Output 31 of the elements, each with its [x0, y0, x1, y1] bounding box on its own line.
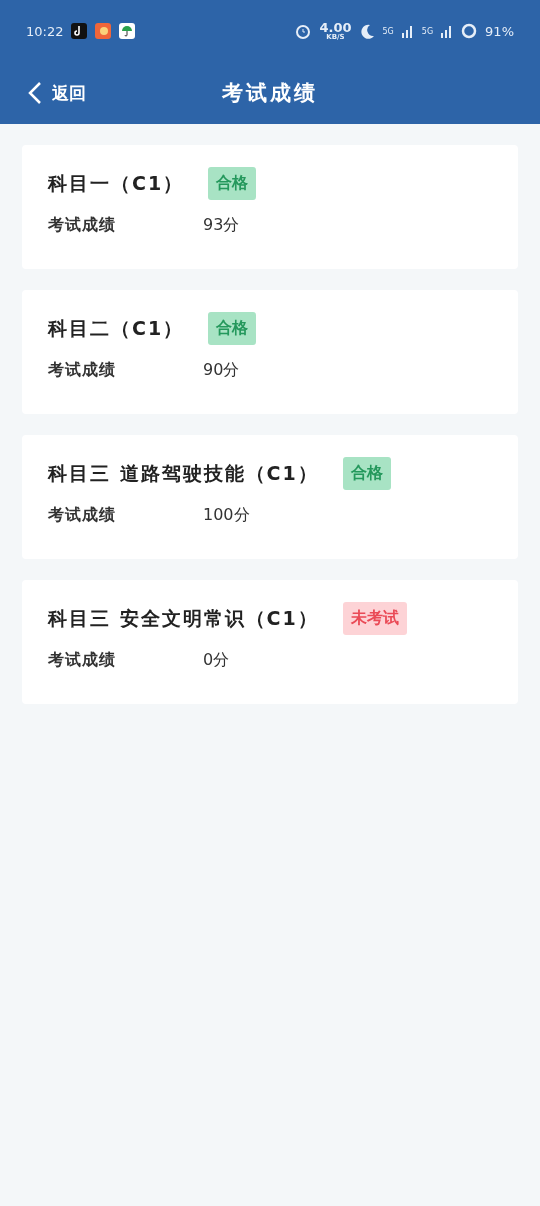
status-badge: 未考试 [342, 602, 407, 635]
app-icon [95, 23, 112, 39]
signal-icon [401, 24, 414, 38]
score-value: 90分 [203, 360, 240, 381]
score-label: 考试成绩 [48, 215, 117, 236]
subject-name: 科目一（C1） [48, 170, 185, 196]
subject-name: 科目二（C1） [48, 315, 185, 341]
page-title: 考试成绩 [222, 80, 318, 107]
subject-name: 科目三 安全文明常识（C1） [48, 605, 319, 631]
battery-ring-icon [461, 23, 478, 39]
back-icon [28, 81, 42, 105]
subject-name: 科目三 道路驾驶技能（C1） [48, 460, 319, 486]
app-icon [71, 23, 88, 39]
signal-icon [441, 24, 454, 38]
status-badge: 合格 [208, 312, 257, 345]
score-value: 100分 [203, 505, 250, 526]
battery-level: 91% [485, 23, 514, 39]
status-time: 10:22 [26, 23, 64, 39]
moon-icon [359, 23, 375, 39]
network-label: 5G [421, 26, 434, 36]
status-badge: 合格 [208, 167, 257, 200]
umbrella-icon [119, 23, 136, 39]
score-label: 考试成绩 [48, 650, 117, 671]
alarm-icon [295, 23, 312, 39]
network-label: 5G [382, 26, 394, 36]
score-value: 0分 [203, 650, 230, 671]
back-button[interactable]: 返回 [28, 81, 86, 105]
score-label: 考试成绩 [48, 505, 117, 526]
score-label: 考试成绩 [48, 360, 117, 381]
status-badge: 合格 [342, 457, 391, 490]
score-value: 93分 [203, 215, 240, 236]
